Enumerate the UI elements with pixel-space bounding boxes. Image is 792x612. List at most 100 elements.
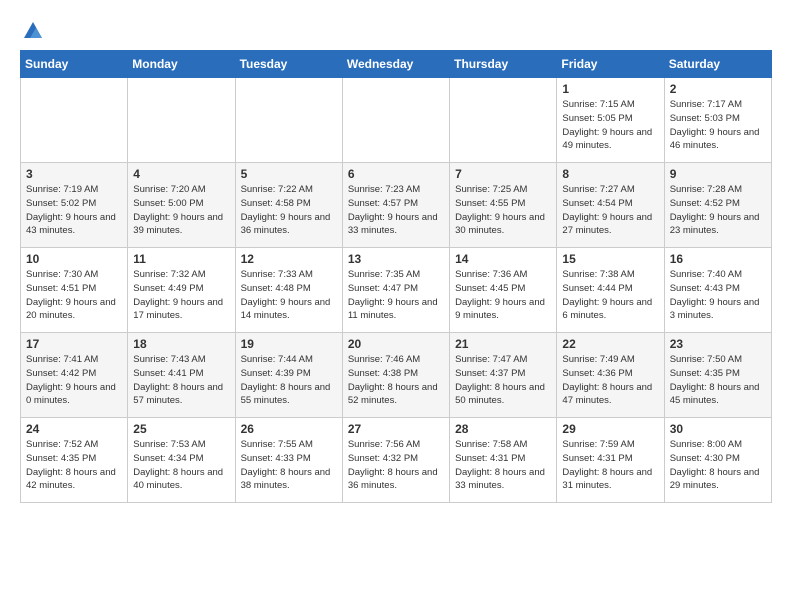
week-row-1: 3 Sunrise: 7:19 AM Sunset: 5:02 PM Daylig… bbox=[21, 163, 772, 248]
day-info: Sunrise: 7:41 AM Sunset: 4:42 PM Dayligh… bbox=[26, 353, 122, 408]
day-number: 5 bbox=[241, 167, 337, 181]
calendar-cell: 7 Sunrise: 7:25 AM Sunset: 4:55 PM Daylig… bbox=[450, 163, 557, 248]
day-info: Sunrise: 7:47 AM Sunset: 4:37 PM Dayligh… bbox=[455, 353, 551, 408]
calendar-cell: 1 Sunrise: 7:15 AM Sunset: 5:05 PM Daylig… bbox=[557, 78, 664, 163]
day-info: Sunrise: 7:40 AM Sunset: 4:43 PM Dayligh… bbox=[670, 268, 766, 323]
day-number: 17 bbox=[26, 337, 122, 351]
day-info: Sunrise: 7:27 AM Sunset: 4:54 PM Dayligh… bbox=[562, 183, 658, 238]
calendar-cell: 5 Sunrise: 7:22 AM Sunset: 4:58 PM Daylig… bbox=[235, 163, 342, 248]
logo-icon bbox=[22, 20, 44, 42]
day-info: Sunrise: 7:25 AM Sunset: 4:55 PM Dayligh… bbox=[455, 183, 551, 238]
weekday-header-row: SundayMondayTuesdayWednesdayThursdayFrid… bbox=[21, 51, 772, 78]
day-info: Sunrise: 7:46 AM Sunset: 4:38 PM Dayligh… bbox=[348, 353, 444, 408]
calendar-cell: 16 Sunrise: 7:40 AM Sunset: 4:43 PM Dayli… bbox=[664, 248, 771, 333]
calendar-cell bbox=[128, 78, 235, 163]
weekday-header-tuesday: Tuesday bbox=[235, 51, 342, 78]
calendar-cell: 6 Sunrise: 7:23 AM Sunset: 4:57 PM Daylig… bbox=[342, 163, 449, 248]
header bbox=[20, 20, 772, 42]
day-info: Sunrise: 7:32 AM Sunset: 4:49 PM Dayligh… bbox=[133, 268, 229, 323]
weekday-header-saturday: Saturday bbox=[664, 51, 771, 78]
calendar-cell bbox=[450, 78, 557, 163]
calendar-cell: 29 Sunrise: 7:59 AM Sunset: 4:31 PM Dayli… bbox=[557, 418, 664, 503]
day-number: 13 bbox=[348, 252, 444, 266]
logo bbox=[20, 20, 44, 42]
day-info: Sunrise: 7:52 AM Sunset: 4:35 PM Dayligh… bbox=[26, 438, 122, 493]
day-number: 21 bbox=[455, 337, 551, 351]
day-info: Sunrise: 8:00 AM Sunset: 4:30 PM Dayligh… bbox=[670, 438, 766, 493]
calendar-cell: 15 Sunrise: 7:38 AM Sunset: 4:44 PM Dayli… bbox=[557, 248, 664, 333]
calendar-cell: 18Sunrise: 7:43 AM Sunset: 4:41 PM Dayli… bbox=[128, 333, 235, 418]
calendar-cell: 17 Sunrise: 7:41 AM Sunset: 4:42 PM Dayli… bbox=[21, 333, 128, 418]
day-number: 1 bbox=[562, 82, 658, 96]
week-row-4: 24 Sunrise: 7:52 AM Sunset: 4:35 PM Dayli… bbox=[21, 418, 772, 503]
weekday-header-wednesday: Wednesday bbox=[342, 51, 449, 78]
weekday-header-sunday: Sunday bbox=[21, 51, 128, 78]
calendar-cell: 22 Sunrise: 7:49 AM Sunset: 4:36 PM Dayli… bbox=[557, 333, 664, 418]
calendar-table: SundayMondayTuesdayWednesdayThursdayFrid… bbox=[20, 50, 772, 503]
day-info: Sunrise: 7:59 AM Sunset: 4:31 PM Dayligh… bbox=[562, 438, 658, 493]
day-info: Sunrise: 7:43 AM Sunset: 4:41 PM Dayligh… bbox=[133, 353, 229, 408]
calendar-cell: 20 Sunrise: 7:46 AM Sunset: 4:38 PM Dayli… bbox=[342, 333, 449, 418]
calendar-cell: 12Sunrise: 7:33 AM Sunset: 4:48 PM Dayli… bbox=[235, 248, 342, 333]
day-number: 30 bbox=[670, 422, 766, 436]
week-row-3: 17 Sunrise: 7:41 AM Sunset: 4:42 PM Dayli… bbox=[21, 333, 772, 418]
day-info: Sunrise: 7:36 AM Sunset: 4:45 PM Dayligh… bbox=[455, 268, 551, 323]
calendar-cell: 10 Sunrise: 7:30 AM Sunset: 4:51 PM Dayli… bbox=[21, 248, 128, 333]
day-info: Sunrise: 7:30 AM Sunset: 4:51 PM Dayligh… bbox=[26, 268, 122, 323]
day-number: 22 bbox=[562, 337, 658, 351]
calendar-cell: 28 Sunrise: 7:58 AM Sunset: 4:31 PM Dayli… bbox=[450, 418, 557, 503]
calendar-cell: 24 Sunrise: 7:52 AM Sunset: 4:35 PM Dayli… bbox=[21, 418, 128, 503]
day-info: Sunrise: 7:53 AM Sunset: 4:34 PM Dayligh… bbox=[133, 438, 229, 493]
calendar-cell: 3 Sunrise: 7:19 AM Sunset: 5:02 PM Daylig… bbox=[21, 163, 128, 248]
day-number: 29 bbox=[562, 422, 658, 436]
calendar-cell bbox=[342, 78, 449, 163]
day-number: 9 bbox=[670, 167, 766, 181]
day-number: 10 bbox=[26, 252, 122, 266]
calendar-cell: 4Sunrise: 7:20 AM Sunset: 5:00 PM Daylig… bbox=[128, 163, 235, 248]
weekday-header-friday: Friday bbox=[557, 51, 664, 78]
day-info: Sunrise: 7:15 AM Sunset: 5:05 PM Dayligh… bbox=[562, 98, 658, 153]
day-info: Sunrise: 7:49 AM Sunset: 4:36 PM Dayligh… bbox=[562, 353, 658, 408]
calendar-cell: 13 Sunrise: 7:35 AM Sunset: 4:47 PM Dayli… bbox=[342, 248, 449, 333]
calendar-cell: 8 Sunrise: 7:27 AM Sunset: 4:54 PM Daylig… bbox=[557, 163, 664, 248]
day-number: 12 bbox=[241, 252, 337, 266]
day-number: 15 bbox=[562, 252, 658, 266]
calendar-cell: 25Sunrise: 7:53 AM Sunset: 4:34 PM Dayli… bbox=[128, 418, 235, 503]
calendar-cell: 9 Sunrise: 7:28 AM Sunset: 4:52 PM Daylig… bbox=[664, 163, 771, 248]
day-info: Sunrise: 7:22 AM Sunset: 4:58 PM Dayligh… bbox=[241, 183, 337, 238]
calendar-cell: 23 Sunrise: 7:50 AM Sunset: 4:35 PM Dayli… bbox=[664, 333, 771, 418]
calendar-cell bbox=[21, 78, 128, 163]
calendar-cell: 26Sunrise: 7:55 AM Sunset: 4:33 PM Dayli… bbox=[235, 418, 342, 503]
calendar-cell: 27Sunrise: 7:56 AM Sunset: 4:32 PM Dayli… bbox=[342, 418, 449, 503]
day-number: 7 bbox=[455, 167, 551, 181]
weekday-header-monday: Monday bbox=[128, 51, 235, 78]
week-row-0: 1 Sunrise: 7:15 AM Sunset: 5:05 PM Daylig… bbox=[21, 78, 772, 163]
calendar-cell: 14Sunrise: 7:36 AM Sunset: 4:45 PM Dayli… bbox=[450, 248, 557, 333]
day-number: 19 bbox=[241, 337, 337, 351]
calendar-cell: 21 Sunrise: 7:47 AM Sunset: 4:37 PM Dayli… bbox=[450, 333, 557, 418]
day-info: Sunrise: 7:28 AM Sunset: 4:52 PM Dayligh… bbox=[670, 183, 766, 238]
day-info: Sunrise: 7:19 AM Sunset: 5:02 PM Dayligh… bbox=[26, 183, 122, 238]
day-info: Sunrise: 7:50 AM Sunset: 4:35 PM Dayligh… bbox=[670, 353, 766, 408]
day-number: 6 bbox=[348, 167, 444, 181]
day-number: 26 bbox=[241, 422, 337, 436]
day-info: Sunrise: 7:23 AM Sunset: 4:57 PM Dayligh… bbox=[348, 183, 444, 238]
day-number: 2 bbox=[670, 82, 766, 96]
week-row-2: 10 Sunrise: 7:30 AM Sunset: 4:51 PM Dayli… bbox=[21, 248, 772, 333]
day-info: Sunrise: 7:58 AM Sunset: 4:31 PM Dayligh… bbox=[455, 438, 551, 493]
calendar-cell: 11Sunrise: 7:32 AM Sunset: 4:49 PM Dayli… bbox=[128, 248, 235, 333]
day-number: 23 bbox=[670, 337, 766, 351]
day-number: 8 bbox=[562, 167, 658, 181]
day-number: 27 bbox=[348, 422, 444, 436]
calendar-cell: 30 Sunrise: 8:00 AM Sunset: 4:30 PM Dayli… bbox=[664, 418, 771, 503]
day-info: Sunrise: 7:38 AM Sunset: 4:44 PM Dayligh… bbox=[562, 268, 658, 323]
day-number: 24 bbox=[26, 422, 122, 436]
page: SundayMondayTuesdayWednesdayThursdayFrid… bbox=[0, 0, 792, 513]
day-number: 3 bbox=[26, 167, 122, 181]
day-number: 28 bbox=[455, 422, 551, 436]
day-number: 16 bbox=[670, 252, 766, 266]
day-number: 20 bbox=[348, 337, 444, 351]
day-info: Sunrise: 7:35 AM Sunset: 4:47 PM Dayligh… bbox=[348, 268, 444, 323]
day-info: Sunrise: 7:20 AM Sunset: 5:00 PM Dayligh… bbox=[133, 183, 229, 238]
day-info: Sunrise: 7:44 AM Sunset: 4:39 PM Dayligh… bbox=[241, 353, 337, 408]
